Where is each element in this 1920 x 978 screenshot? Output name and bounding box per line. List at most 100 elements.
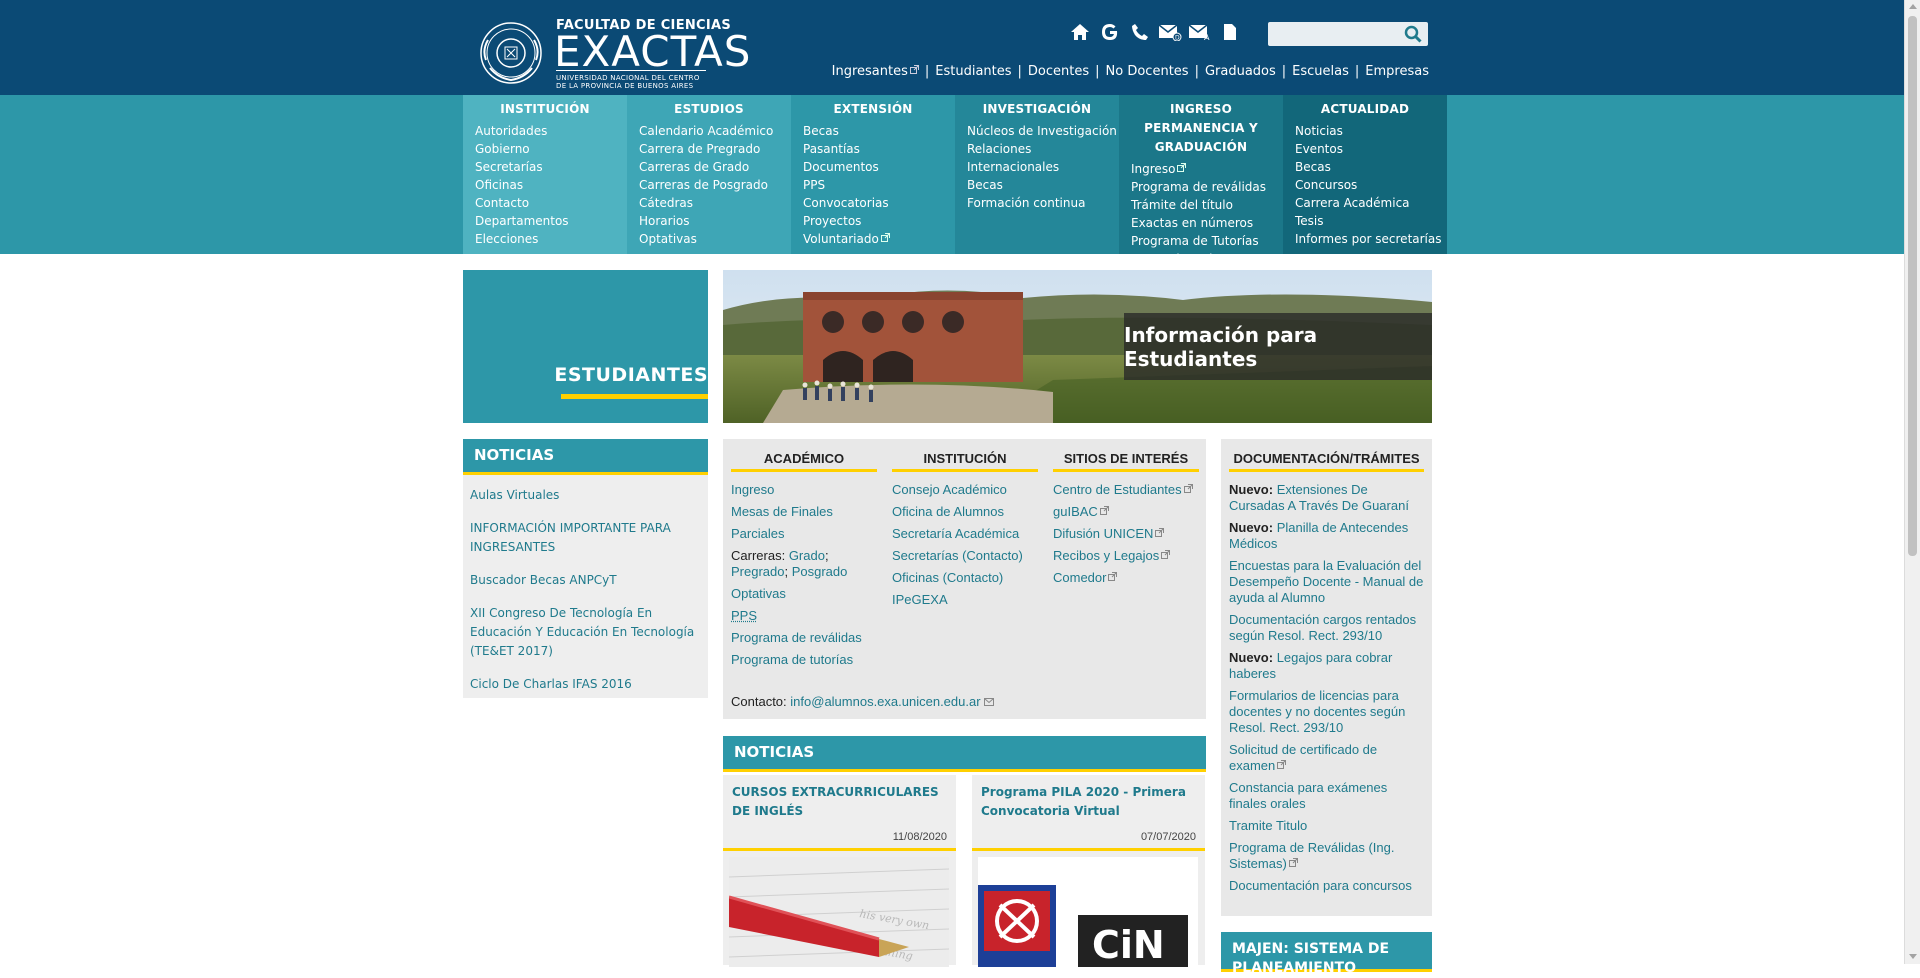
- mega-menu-item[interactable]: Elecciones: [475, 230, 627, 248]
- mega-menu-item[interactable]: Becas: [1295, 158, 1447, 176]
- mega-menu-heading[interactable]: INGRESO PERMANENCIA Y GRADUACIÓN: [1119, 100, 1283, 157]
- mega-menu-item[interactable]: Convocatorias: [803, 194, 955, 212]
- mega-menu-item[interactable]: Proyectos: [803, 212, 955, 230]
- mega-menu-item[interactable]: Carreras de Grado: [639, 158, 791, 176]
- sidebar-news-item[interactable]: XII Congreso De Tecnología En Educación …: [470, 604, 700, 661]
- docs-item[interactable]: Programa de Reválidas (Ing. Sistemas): [1229, 840, 1424, 872]
- sidebar-news-item[interactable]: Aulas Virtuales: [470, 486, 700, 505]
- sidebar-news-item[interactable]: Buscador Becas ANPCyT: [470, 571, 700, 590]
- mega-menu-heading[interactable]: ESTUDIOS: [627, 100, 791, 119]
- mega-menu-item[interactable]: Eventos: [1295, 140, 1447, 158]
- mega-menu-heading[interactable]: EXTENSIÓN: [791, 100, 955, 119]
- mega-menu-heading[interactable]: ACTUALIDAD: [1283, 100, 1447, 119]
- institucion-link[interactable]: Secretarías (Contacto): [892, 548, 1038, 564]
- contact-email-link[interactable]: info@alumnos.exa.unicen.edu.ar: [790, 694, 980, 709]
- mega-menu-item[interactable]: PPS: [803, 176, 955, 194]
- mega-menu-item[interactable]: Informes por secretarías: [1295, 230, 1447, 248]
- academico-link[interactable]: PPS: [731, 608, 877, 624]
- news-card-title[interactable]: Programa PILA 2020 - Primera Convocatori…: [981, 783, 1196, 821]
- mega-menu-item[interactable]: Contacto: [475, 194, 627, 212]
- mega-menu-item[interactable]: Formación continua: [967, 194, 1119, 212]
- google-icon[interactable]: [1098, 20, 1122, 44]
- academico-link[interactable]: Mesas de Finales: [731, 504, 877, 520]
- sitios-link[interactable]: Comedor: [1053, 570, 1199, 586]
- mega-menu-item[interactable]: Gobierno: [475, 140, 627, 158]
- audience-link[interactable]: Ingresantes: [832, 64, 919, 79]
- docs-item[interactable]: Solicitud de certificado de examen: [1229, 742, 1424, 774]
- webmail-icon[interactable]: D: [1158, 20, 1182, 44]
- mega-menu-item[interactable]: Pasantías: [803, 140, 955, 158]
- mega-menu-item[interactable]: Concursos: [1295, 176, 1447, 194]
- mega-menu-item[interactable]: Calendario Académico: [639, 122, 791, 140]
- docs-link[interactable]: Encuestas para la Evaluación del Desempe…: [1229, 558, 1423, 605]
- sidebar-news-item[interactable]: INFORMACIÓN IMPORTANTE PARA INGRESANTES: [470, 519, 700, 557]
- institucion-link[interactable]: IPeGEXA: [892, 592, 1038, 608]
- mega-menu-item[interactable]: Becas: [803, 122, 955, 140]
- mega-menu-item[interactable]: Tesis: [1295, 212, 1447, 230]
- institucion-link[interactable]: Secretaría Académica: [892, 526, 1038, 542]
- mega-menu-item[interactable]: Cátedras: [639, 194, 791, 212]
- mega-menu-item[interactable]: Documentos: [803, 158, 955, 176]
- mega-menu-item[interactable]: Carreras de Posgrado: [639, 176, 791, 194]
- carreras-link[interactable]: Pregrado: [731, 564, 784, 579]
- mega-menu-item[interactable]: Noticias: [1295, 122, 1447, 140]
- home-icon[interactable]: [1068, 20, 1092, 44]
- page-scrollbar[interactable]: [1904, 0, 1920, 964]
- mega-menu-item[interactable]: Carrera Académica: [1295, 194, 1447, 212]
- academico-link[interactable]: Optativas: [731, 586, 877, 602]
- mega-menu-item[interactable]: Autoridades: [475, 122, 627, 140]
- mega-menu-heading[interactable]: INVESTIGACIÓN: [955, 100, 1119, 119]
- institucion-link[interactable]: Consejo Académico: [892, 482, 1038, 498]
- mail-a-icon[interactable]: A: [1188, 20, 1212, 44]
- audience-link[interactable]: Empresas: [1365, 64, 1429, 79]
- academico-link[interactable]: Ingreso: [731, 482, 877, 498]
- mega-menu-item[interactable]: Ingreso: [1131, 160, 1283, 178]
- mega-menu-item[interactable]: Optativas: [639, 230, 791, 248]
- audience-link[interactable]: No Docentes: [1106, 64, 1189, 79]
- docs-item[interactable]: Encuestas para la Evaluación del Desempe…: [1229, 558, 1424, 606]
- mega-menu-item[interactable]: Carrera de Pregrado: [639, 140, 791, 158]
- audience-link[interactable]: Estudiantes: [935, 64, 1011, 79]
- academico-link[interactable]: Parciales: [731, 526, 877, 542]
- mega-menu-item[interactable]: Exactas en números: [1131, 214, 1283, 232]
- audience-link[interactable]: Docentes: [1028, 64, 1089, 79]
- docs-item[interactable]: Constancia para exámenes finales orales: [1229, 780, 1424, 812]
- sitios-link[interactable]: guIBAC: [1053, 504, 1199, 520]
- news-card[interactable]: Programa PILA 2020 - Primera Convocatori…: [972, 775, 1205, 965]
- mega-menu-item[interactable]: Voluntariado: [803, 230, 955, 248]
- docs-link[interactable]: Programa de Reválidas (Ing. Sistemas): [1229, 840, 1394, 871]
- mega-menu-item[interactable]: Programa de reválidas: [1131, 178, 1283, 196]
- mega-menu-item[interactable]: Internacionales: [967, 158, 1119, 176]
- docs-item[interactable]: Documentación para concursos: [1229, 878, 1424, 894]
- news-card-title[interactable]: CURSOS EXTRACURRICULARES DE INGLÉS: [732, 783, 947, 821]
- docs-link[interactable]: Tramite Titulo: [1229, 818, 1307, 833]
- mega-menu-item[interactable]: Departamentos: [475, 212, 627, 230]
- docs-item[interactable]: Nuevo: Planilla de Antecendes Médicos: [1229, 520, 1424, 552]
- docs-item[interactable]: Documentación cargos rentados según Reso…: [1229, 612, 1424, 644]
- mega-menu-item[interactable]: Núcleos de Investigación: [967, 122, 1119, 140]
- mega-menu-item[interactable]: Banco de tesis: [1131, 250, 1283, 268]
- scroll-up-arrow-icon[interactable]: [1909, 4, 1917, 9]
- search-button[interactable]: [1402, 24, 1424, 44]
- docs-link[interactable]: Formularios de licencias para docentes y…: [1229, 688, 1405, 735]
- docs-item[interactable]: Nuevo: Extensiones De Cursadas A Través …: [1229, 482, 1424, 514]
- mega-menu-item[interactable]: Secretarías: [475, 158, 627, 176]
- sitios-link[interactable]: Difusión UNICEN: [1053, 526, 1199, 542]
- institucion-link[interactable]: Oficinas (Contacto): [892, 570, 1038, 586]
- academico-link[interactable]: Programa de tutorías: [731, 652, 877, 668]
- mega-menu-item[interactable]: Horarios: [639, 212, 791, 230]
- scroll-down-arrow-icon[interactable]: [1909, 954, 1917, 959]
- carreras-link[interactable]: Posgrado: [792, 564, 848, 579]
- audience-link[interactable]: Escuelas: [1292, 64, 1349, 79]
- docs-link[interactable]: Solicitud de certificado de examen: [1229, 742, 1377, 773]
- mega-menu-heading[interactable]: INSTITUCIÓN: [463, 100, 627, 119]
- mega-menu-item[interactable]: Oficinas: [475, 176, 627, 194]
- sitios-link[interactable]: Centro de Estudiantes: [1053, 482, 1199, 498]
- docs-item[interactable]: Formularios de licencias para docentes y…: [1229, 688, 1424, 736]
- document-icon[interactable]: [1218, 20, 1242, 44]
- scrollbar-thumb[interactable]: [1908, 16, 1917, 556]
- search-input[interactable]: [1270, 24, 1400, 46]
- sidebar-news-item[interactable]: Ciclo De Charlas IFAS 2016: [470, 675, 700, 694]
- phone-icon[interactable]: [1128, 20, 1152, 44]
- majen-box-heading[interactable]: MAJEN: SISTEMA DE PLANEAMIENTO: [1221, 932, 1432, 972]
